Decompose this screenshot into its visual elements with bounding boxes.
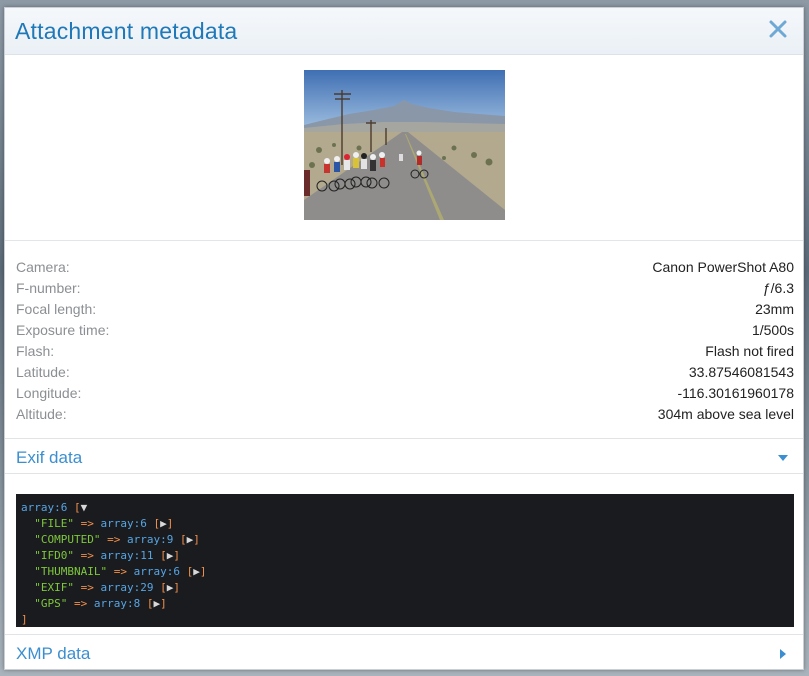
dump-bracket: ]: [193, 533, 200, 546]
metadata-row: Exposure time: 1/500s: [16, 320, 794, 341]
dump-bracket: [: [179, 565, 194, 578]
dump-arrow: =>: [107, 533, 121, 546]
dump-entry-line: "IFD0" => array:11 [▶]: [21, 548, 789, 564]
metadata-value: Flash not fired: [705, 343, 794, 359]
dump-arrow: =>: [74, 597, 88, 610]
dump-bracket: ]: [173, 581, 180, 594]
dump-key: "THUMBNAIL": [34, 565, 108, 578]
metadata-label: F-number:: [16, 280, 81, 296]
expand-toggle-icon[interactable]: ▶: [160, 517, 167, 530]
exif-dump: array:6 [▼ "FILE" => array:6 [▶] "COMPUT…: [16, 494, 794, 627]
exif-section-toggle[interactable]: Exif data: [5, 438, 803, 474]
dump-bracket: [: [146, 517, 161, 530]
dump-bracket: ]: [160, 597, 167, 610]
metadata-label: Focal length:: [16, 301, 97, 317]
dump-key: "FILE": [34, 517, 74, 530]
dialog-title: Attachment metadata: [15, 18, 238, 44]
xmp-section-toggle[interactable]: XMP data: [5, 634, 803, 669]
dump-root-type: array:6: [21, 501, 68, 514]
metadata-value: 304m above sea level: [657, 406, 794, 422]
metadata-value: 23mm: [755, 301, 794, 317]
dump-bracket: [: [173, 533, 187, 546]
metadata-row: Altitude: 304m above sea level: [16, 404, 794, 425]
metadata-row: Flash: Flash not fired: [16, 341, 794, 362]
metadata-value: 33.87546081543: [688, 364, 794, 380]
exif-section-label: Exif data: [16, 448, 83, 467]
metadata-label: Flash:: [16, 343, 55, 359]
attachment-metadata-dialog: Attachment metadata Camera: Canon PowerS…: [4, 7, 804, 670]
metadata-value: ƒ/6.3: [762, 280, 794, 296]
attachment-preview-image[interactable]: [304, 70, 505, 220]
dialog-header: Attachment metadata: [5, 8, 803, 55]
metadata-label: Altitude:: [16, 406, 67, 422]
dump-key: "EXIF": [34, 581, 74, 594]
dump-value: array:6: [100, 517, 147, 530]
chevron-down-icon: [778, 455, 788, 461]
dump-value: array:6: [133, 565, 180, 578]
metadata-label: Latitude:: [16, 364, 70, 380]
metadata-label: Exposure time:: [16, 322, 110, 338]
dump-value: array:8: [93, 597, 141, 610]
dump-bracket: ]: [199, 565, 207, 578]
metadata-row: Latitude: 33.87546081543: [16, 362, 794, 383]
dump-entry-line: "EXIF" => array:29 [▶]: [21, 580, 789, 596]
dump-bracket: ]: [173, 549, 180, 562]
metadata-row: Longitude: -116.30161960178: [16, 383, 794, 404]
metadata-value: -116.30161960178: [677, 385, 794, 401]
dump-bracket: [: [153, 549, 167, 562]
dump-entry-line: "THUMBNAIL" => array:6 [▶]: [21, 564, 789, 580]
dump-open-bracket: [: [67, 501, 81, 514]
dump-value: array:29: [100, 581, 154, 594]
dump-entry-line: "FILE" => array:6 [▶]: [21, 516, 789, 532]
dump-arrow: =>: [80, 581, 94, 594]
dump-key: "COMPUTED": [34, 533, 101, 546]
dump-root-line: array:6 [▼: [21, 500, 789, 516]
metadata-row: F-number: ƒ/6.3: [16, 278, 794, 299]
xmp-section-label: XMP data: [16, 644, 91, 663]
metadata-row: Camera: Canon PowerShot A80: [16, 257, 794, 278]
chevron-right-icon: [780, 649, 786, 659]
dump-entry-line: "COMPUTED" => array:9 [▶]: [21, 532, 789, 548]
dump-value: array:11: [100, 549, 154, 562]
dump-arrow: =>: [80, 517, 94, 530]
dump-value: array:9: [126, 533, 174, 546]
metadata-table: Camera: Canon PowerShot A80 F-number: ƒ/6.3…: [16, 257, 794, 425]
dump-close-bracket: ]: [21, 613, 28, 626]
close-icon: [769, 20, 787, 38]
dump-close-line: ]: [21, 612, 789, 628]
image-preview-area: [5, 55, 803, 241]
metadata-row: Focal length: 23mm: [16, 299, 794, 320]
collapse-toggle-icon[interactable]: ▼: [81, 501, 88, 514]
close-button[interactable]: [767, 18, 789, 40]
dump-arrow: =>: [113, 565, 127, 578]
dump-bracket: [: [153, 581, 167, 594]
dump-key: "GPS": [34, 597, 68, 610]
expand-toggle-icon[interactable]: ▶: [193, 565, 200, 578]
metadata-label: Camera:: [16, 259, 70, 275]
dump-bracket: [: [140, 597, 154, 610]
dump-arrow: =>: [80, 549, 94, 562]
dump-entry-line: "GPS" => array:8 [▶]: [21, 596, 789, 612]
metadata-value: 1/500s: [751, 322, 794, 338]
metadata-label: Longitude:: [16, 385, 82, 401]
dump-bracket: ]: [166, 517, 174, 530]
dump-key: "IFD0": [34, 549, 74, 562]
metadata-value: Canon PowerShot A80: [652, 259, 794, 275]
